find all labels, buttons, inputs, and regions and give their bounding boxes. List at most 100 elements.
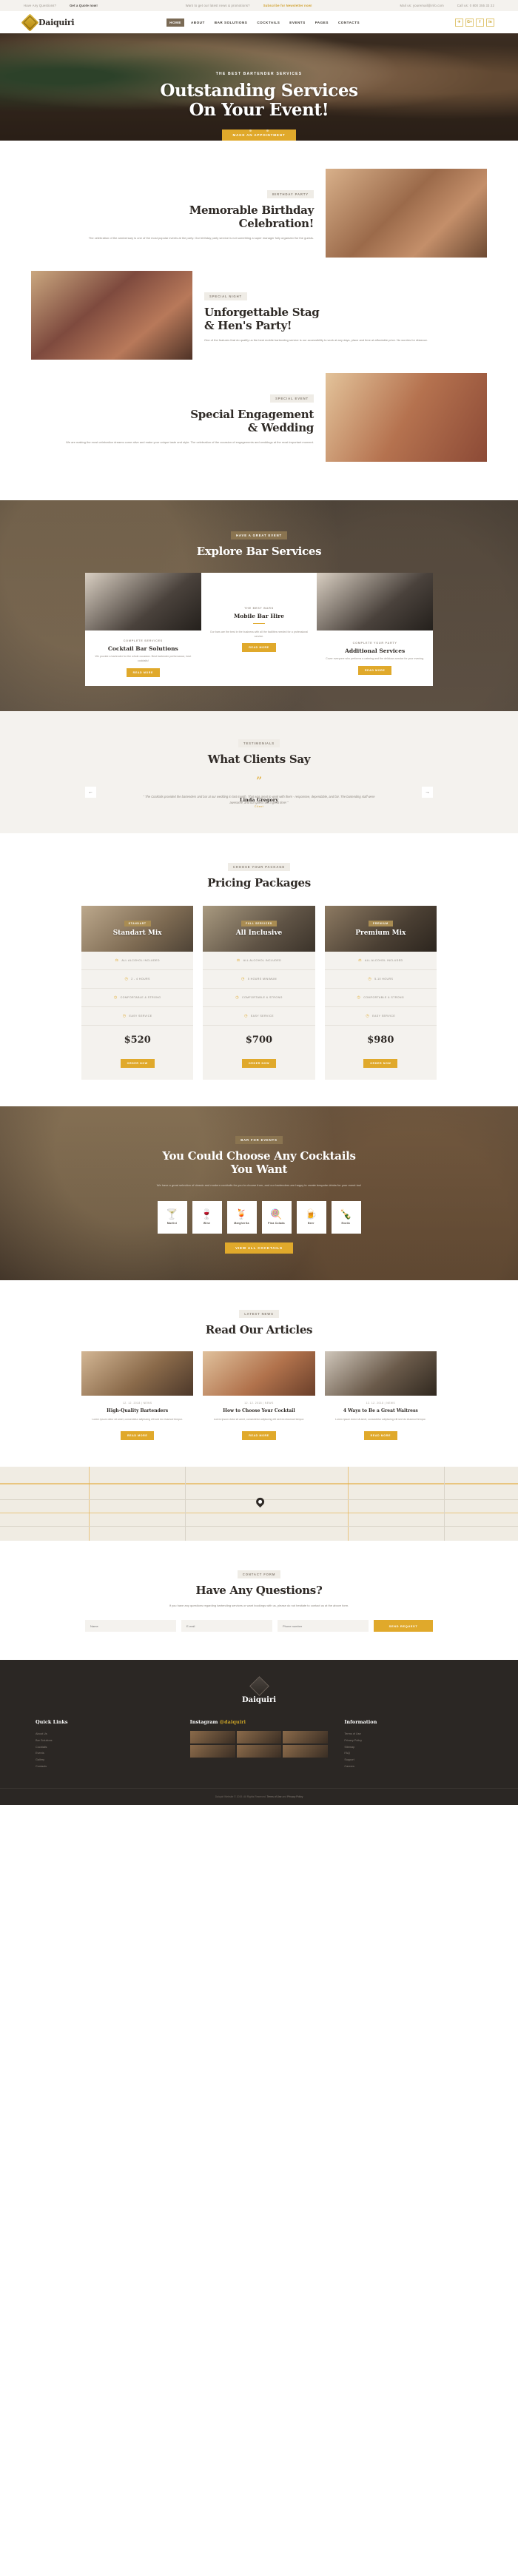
phone-input[interactable] bbox=[278, 1620, 369, 1632]
twitter-icon[interactable]: ✈ bbox=[455, 18, 463, 27]
location-map[interactable] bbox=[0, 1467, 518, 1541]
pricing-order-button-premium[interactable]: ORDER NOW bbox=[363, 1058, 398, 1068]
margarita-glass-icon: 🍹 bbox=[235, 1208, 248, 1220]
blog-text-1: Lorem ipsum dolor sit amet, consectetur … bbox=[92, 1417, 183, 1421]
blog-card-1[interactable]: 12. 12. 2018 | NEWS High-Quality Bartend… bbox=[81, 1351, 194, 1441]
instagram-thumb[interactable] bbox=[236, 1731, 282, 1744]
pricing-order-button-standart[interactable]: ORDER NOW bbox=[120, 1058, 155, 1068]
newsletter-link[interactable]: Subscribe for Newsletter now! bbox=[263, 4, 312, 7]
footer-link-sitemap[interactable]: Sitemap bbox=[344, 1744, 482, 1751]
blog-card-3[interactable]: 12. 12. 2018 | NEWS 4 Ways to Be a Great… bbox=[324, 1351, 437, 1441]
services-grid: THE BEST BARS Mobile Bar Hire Our bars a… bbox=[85, 573, 433, 686]
footer-heading-information: Information bbox=[344, 1719, 377, 1726]
feature-text: COMFORTABLE & STRONG bbox=[120, 995, 161, 999]
glass-icon: ◷ bbox=[357, 995, 361, 1000]
blog-readmore-button-2[interactable]: READ MORE bbox=[242, 1431, 276, 1441]
footer-link-bar-solutions[interactable]: Bar Solutions bbox=[36, 1738, 174, 1744]
footer-link-privacy[interactable]: Privacy Policy bbox=[344, 1738, 482, 1744]
blog-readmore-button-1[interactable]: READ MORE bbox=[120, 1431, 155, 1441]
instagram-thumb[interactable] bbox=[189, 1745, 235, 1758]
featured-readmore-button[interactable]: READ MORE bbox=[242, 643, 276, 653]
blog-title: Read Our Articles bbox=[205, 1322, 313, 1336]
footer-link-gallery[interactable]: Gallery bbox=[36, 1757, 174, 1763]
blog-cta-wrap-1: READ MORE bbox=[81, 1427, 193, 1441]
cocktail-tab-exotic[interactable]: 🍾 Exotic bbox=[331, 1200, 361, 1234]
pricing-order-button-allinclusive[interactable]: ORDER NOW bbox=[241, 1058, 277, 1068]
instagram-thumb[interactable] bbox=[283, 1731, 329, 1744]
nav-item-about[interactable]: ABOUT bbox=[188, 19, 208, 27]
footer-link-events[interactable]: Events bbox=[36, 1750, 174, 1757]
cocktail-tab-pinacolada[interactable]: 🍭 Pina Colada bbox=[261, 1200, 292, 1234]
hero-slider-dots bbox=[0, 122, 518, 135]
footer-col-quicklinks: Quick Links About Us Bar Solutions Cockt… bbox=[36, 1719, 174, 1769]
nav-item-events[interactable]: EVENTS bbox=[286, 19, 308, 27]
blog-meta-3: 12. 12. 2018 | NEWS bbox=[366, 1401, 396, 1405]
blog-section: LATEST NEWS Read Our Articles 12. 12. 20… bbox=[0, 1280, 518, 1467]
nav-item-bar-solutions[interactable]: BAR SOLUTIONS bbox=[212, 19, 251, 27]
cocktail-tab-martini[interactable]: 🍸 Martini bbox=[157, 1200, 187, 1234]
feature-text: 5 HOURS MINIMUM bbox=[247, 977, 277, 981]
pricing-title: Pricing Packages bbox=[207, 875, 311, 890]
footer-terms-link[interactable]: Terms of Use bbox=[267, 1795, 282, 1798]
pricing-name-allinclusive: All Inclusive bbox=[235, 929, 283, 937]
footer-link-terms[interactable]: Terms of Use bbox=[344, 1731, 482, 1738]
slider-dot-3[interactable] bbox=[266, 130, 269, 132]
nav-item-home[interactable]: HOME bbox=[166, 18, 184, 27]
instagram-thumb[interactable] bbox=[236, 1745, 282, 1758]
featured-title: Mobile Bar Hire bbox=[233, 612, 285, 619]
footer-link-contacts[interactable]: Contacts bbox=[36, 1763, 174, 1770]
about-title-wedding-l2: & Wedding bbox=[247, 421, 314, 434]
blog-readmore-button-3[interactable]: READ MORE bbox=[363, 1431, 397, 1441]
email-input[interactable] bbox=[181, 1620, 272, 1632]
send-request-button[interactable]: SEND REQUEST bbox=[374, 1620, 433, 1632]
instagram-thumb[interactable] bbox=[283, 1745, 329, 1758]
footer-link-careers[interactable]: Careers bbox=[344, 1763, 482, 1770]
instagram-handle[interactable]: @daiquiri bbox=[220, 1719, 246, 1725]
phone-text[interactable]: Call us: 0 800 355 33 22 bbox=[457, 4, 494, 7]
footer-link-about[interactable]: About Us bbox=[36, 1731, 174, 1738]
footer-link-support[interactable]: Support bbox=[344, 1757, 482, 1763]
brand-name: Daiquiri bbox=[38, 17, 75, 27]
about-image-birthday bbox=[326, 169, 487, 258]
blog-card-2[interactable]: 12. 12. 2018 | NEWS How to Choose Your C… bbox=[203, 1351, 315, 1441]
testimonial-prev-arrow[interactable]: ← bbox=[85, 786, 96, 798]
mail-text[interactable]: Mail us: youremail@info.com bbox=[400, 4, 444, 7]
instagram-thumb[interactable] bbox=[189, 1731, 235, 1744]
cocktail-tab-margherita[interactable]: 🍹 Margherita bbox=[226, 1200, 257, 1234]
quote-link[interactable]: Get a Quote now! bbox=[70, 4, 98, 7]
nav-item-contacts[interactable]: CONTACTS bbox=[335, 19, 363, 27]
bottle-icon: ⚖ bbox=[236, 958, 240, 963]
about-title-birthday-l1: Memorable Birthday bbox=[189, 204, 314, 217]
slider-dot-2[interactable] bbox=[258, 130, 260, 132]
brand-logo[interactable]: Daiquiri bbox=[21, 13, 75, 32]
featured-text: Our bars are the best in the business wi… bbox=[209, 630, 309, 638]
footer-link-cocktails[interactable]: Cocktails bbox=[36, 1744, 174, 1751]
additional-readmore-button[interactable]: READ MORE bbox=[357, 665, 392, 675]
cocktail-tab-beer[interactable]: 🍺 Beer bbox=[296, 1200, 326, 1234]
about-label-stag: SPECIAL NIGHT bbox=[204, 292, 247, 300]
nav-item-cocktails[interactable]: COCKTAILS bbox=[254, 19, 283, 27]
feature-text: 5-10 HOURS bbox=[374, 977, 394, 981]
service-icon: ◷ bbox=[366, 1013, 370, 1018]
pricing-card-standart: STANDART Standart Mix ⚖ ALL ALCOHOL INCLU… bbox=[81, 905, 194, 1080]
google-plus-icon[interactable]: G+ bbox=[465, 18, 474, 27]
cocktail-tab-wine[interactable]: 🍷 Wine bbox=[192, 1200, 222, 1234]
footer-privacy-link[interactable]: Privacy Policy bbox=[287, 1795, 303, 1798]
linkedin-icon[interactable]: in bbox=[486, 18, 494, 27]
footer-brand[interactable]: Daiquiri bbox=[0, 1676, 518, 1719]
cocktail-readmore-button[interactable]: READ MORE bbox=[126, 667, 161, 677]
pricing-feature: ◷ EASY SERVICE bbox=[324, 1007, 437, 1026]
name-input[interactable] bbox=[85, 1620, 176, 1632]
feature-text: EASY SERVICE bbox=[372, 1014, 396, 1018]
facebook-icon[interactable]: f bbox=[476, 18, 484, 27]
slider-dot-1[interactable] bbox=[249, 130, 252, 132]
footer-diamond-logo-icon bbox=[249, 1676, 269, 1697]
feature-text: ALL ALCOHOL INCLUDED bbox=[121, 958, 160, 962]
testimonial-next-arrow[interactable]: → bbox=[422, 786, 433, 798]
about-title-birthday-l2: Celebration! bbox=[238, 217, 314, 230]
pricing-feature: ◷ 5-10 HOURS bbox=[324, 970, 437, 989]
view-all-cocktails-button[interactable]: VIEW ALL COCKTAILS bbox=[225, 1242, 293, 1254]
service-image-left-top bbox=[85, 573, 201, 630]
nav-item-pages[interactable]: PAGES bbox=[312, 19, 332, 27]
footer-link-faq[interactable]: FAQ bbox=[344, 1750, 482, 1757]
